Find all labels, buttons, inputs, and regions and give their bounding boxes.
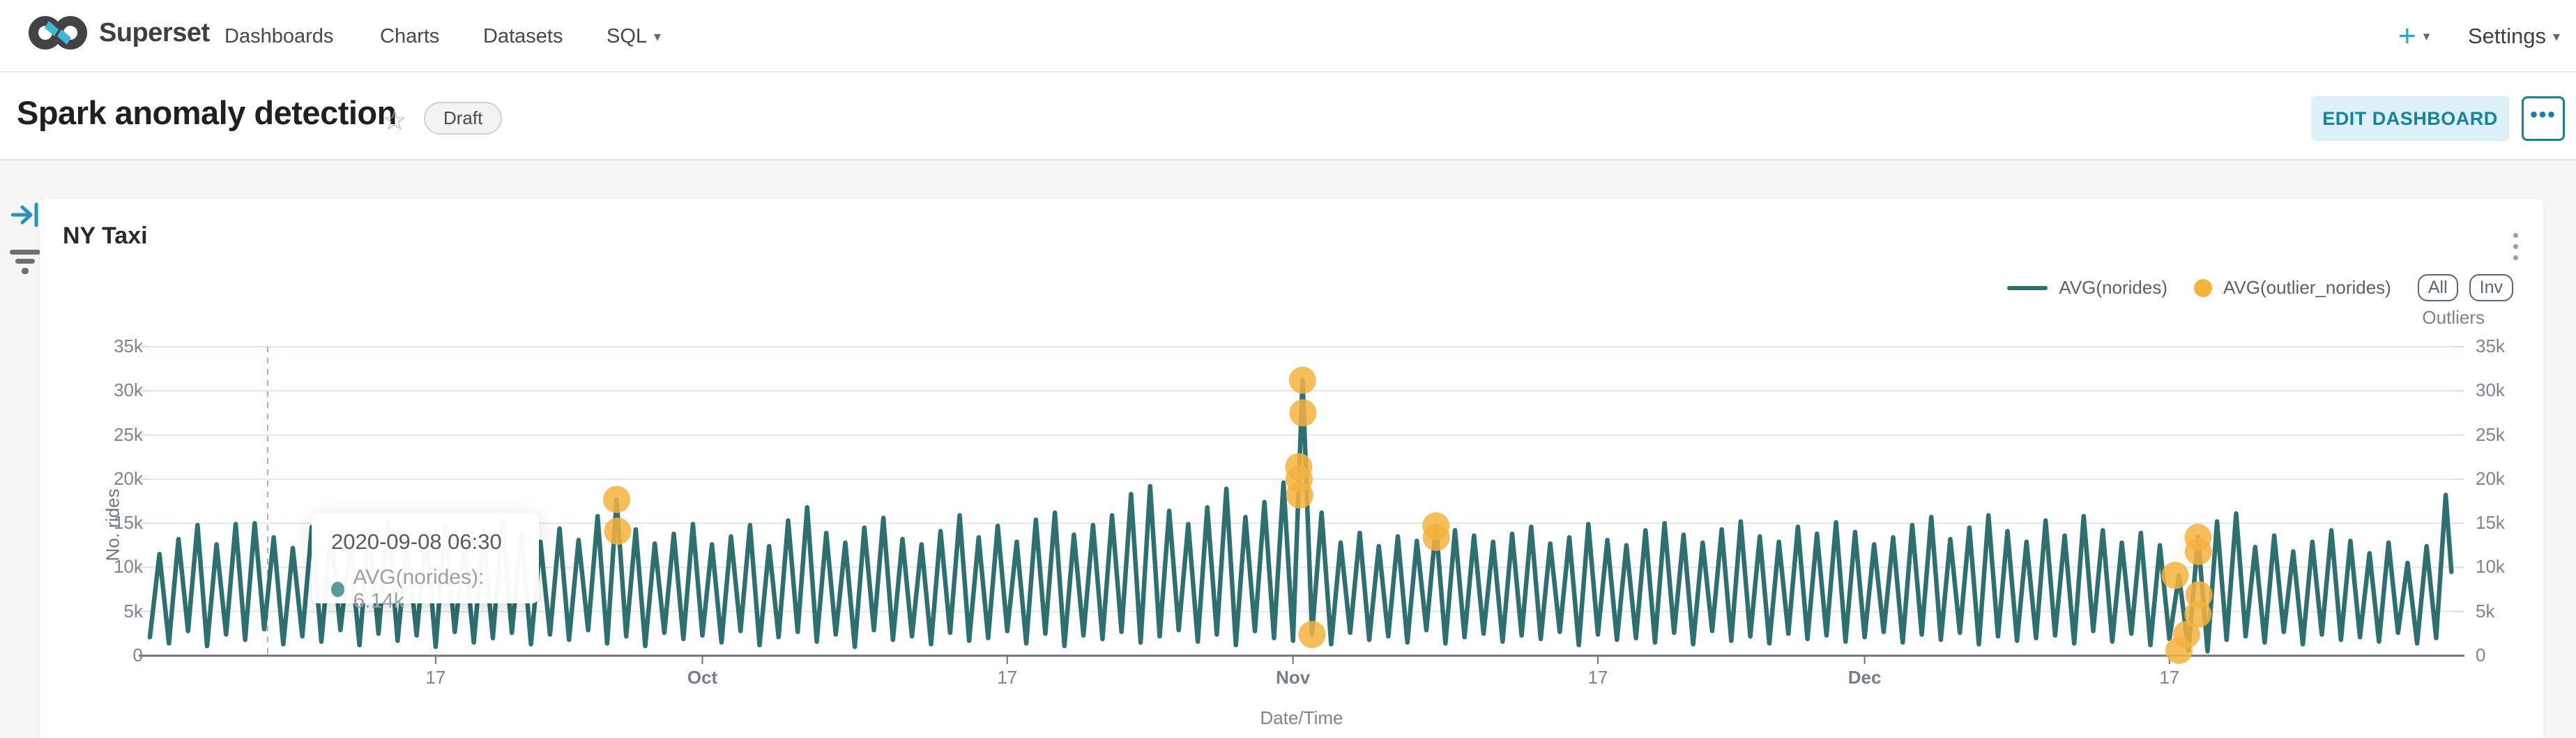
tooltip-series-value: AVG(norides): 6.14k <box>353 566 519 613</box>
y-tick-label: 0 <box>2476 645 2485 666</box>
filter-bar <box>10 250 40 255</box>
dashboard-more-button[interactable]: ••• <box>2522 96 2565 141</box>
x-tick-label: Nov <box>1276 667 1310 688</box>
y-tick-label: 25k <box>68 424 143 446</box>
y-tick-label: 30k <box>2476 379 2505 401</box>
chart-kebab-menu-icon[interactable] <box>2505 227 2526 266</box>
y-tick-label: 10k <box>2476 556 2505 578</box>
chart-title: NY Taxi <box>63 223 148 250</box>
settings-menu[interactable]: Settings ▾ <box>2468 0 2560 73</box>
plus-icon: + <box>2398 19 2416 54</box>
legend-label-norides[interactable]: AVG(norides) <box>2059 277 2167 299</box>
line-series-swatch[interactable] <box>2007 286 2048 290</box>
chart-card-ny-taxi: NY Taxi AVG(norides) AVG(outlier_norides… <box>40 199 2543 738</box>
y-tick-label: 25k <box>2476 424 2505 446</box>
favorite-star-icon[interactable]: ☆ <box>382 105 407 137</box>
x-tick-label: Oct <box>687 667 717 688</box>
nav-label: Charts <box>380 25 439 48</box>
outlier-series-swatch[interactable] <box>2194 279 2212 297</box>
tooltip-date: 2020-09-08 06:30 <box>331 529 519 555</box>
y-tick-label: 20k <box>2476 468 2505 490</box>
y-tick-label: 10k <box>68 556 143 578</box>
superset-logo[interactable]: Superset <box>28 13 210 53</box>
nav-label: Dashboards <box>224 25 333 48</box>
nav-item-datasets[interactable]: Datasets <box>483 0 563 73</box>
y-tick-label: 35k <box>2476 336 2505 357</box>
expand-filter-panel-icon[interactable] <box>11 201 40 232</box>
filter-bar <box>22 268 29 274</box>
brand-name: Superset <box>99 18 210 48</box>
x-tick-label: 17 <box>1588 667 1608 688</box>
edit-dashboard-button[interactable]: EDIT DASHBOARD <box>2311 96 2509 141</box>
top-navigation: Superset Dashboards Charts Datasets SQL … <box>0 0 2576 73</box>
nav-item-dashboards[interactable]: Dashboards <box>224 0 333 73</box>
y-tick-label: 0 <box>68 645 143 666</box>
outliers-all-button[interactable]: All <box>2418 274 2458 301</box>
infinity-logo-icon <box>28 13 88 53</box>
settings-label: Settings <box>2468 24 2546 49</box>
x-tick-label: 17 <box>997 667 1017 688</box>
legend-label-outlier-norides[interactable]: AVG(outlier_norides) <box>2223 277 2391 299</box>
x-tick-label: Dec <box>1848 667 1882 688</box>
nav-item-sql[interactable]: SQL ▾ <box>607 0 661 73</box>
y-tick-label: 35k <box>68 336 143 357</box>
y-tick-label: 15k <box>68 512 143 534</box>
y-tick-label: 5k <box>68 601 143 622</box>
x-tick-label: 17 <box>2159 667 2179 688</box>
y-tick-label: 5k <box>2476 601 2494 622</box>
chart-legend: AVG(norides) AVG(outlier_norides) All In… <box>2007 274 2513 301</box>
caret-down-icon: ▾ <box>654 28 661 45</box>
filter-bar <box>15 259 35 264</box>
draft-badge: Draft <box>424 102 502 135</box>
filter-icon[interactable] <box>8 246 42 278</box>
caret-down-icon: ▾ <box>2553 28 2560 45</box>
nav-label: SQL <box>607 25 647 48</box>
page-title: Spark anomaly detection <box>17 93 397 132</box>
y-tick-label: 30k <box>68 379 143 401</box>
right-axis-title: Outliers <box>2422 307 2485 329</box>
caret-down-icon: ▾ <box>2423 29 2430 45</box>
y-tick-label: 15k <box>2476 512 2505 534</box>
x-tick-label: 17 <box>425 667 445 688</box>
nav-item-charts[interactable]: Charts <box>380 0 439 73</box>
x-axis-title: Date/Time <box>1260 707 1343 729</box>
outliers-inv-button[interactable]: Inv <box>2469 274 2513 301</box>
chart-tooltip: 2020-09-08 06:30 AVG(norides): 6.14k <box>312 513 539 603</box>
dashboard-header: Spark anomaly detection ☆ Draft EDIT DAS… <box>0 73 2576 160</box>
nav-label: Datasets <box>483 25 563 48</box>
y-tick-label: 20k <box>68 468 143 490</box>
new-item-button[interactable]: + ▾ <box>2398 0 2430 73</box>
tooltip-series-dot-icon <box>331 582 344 597</box>
